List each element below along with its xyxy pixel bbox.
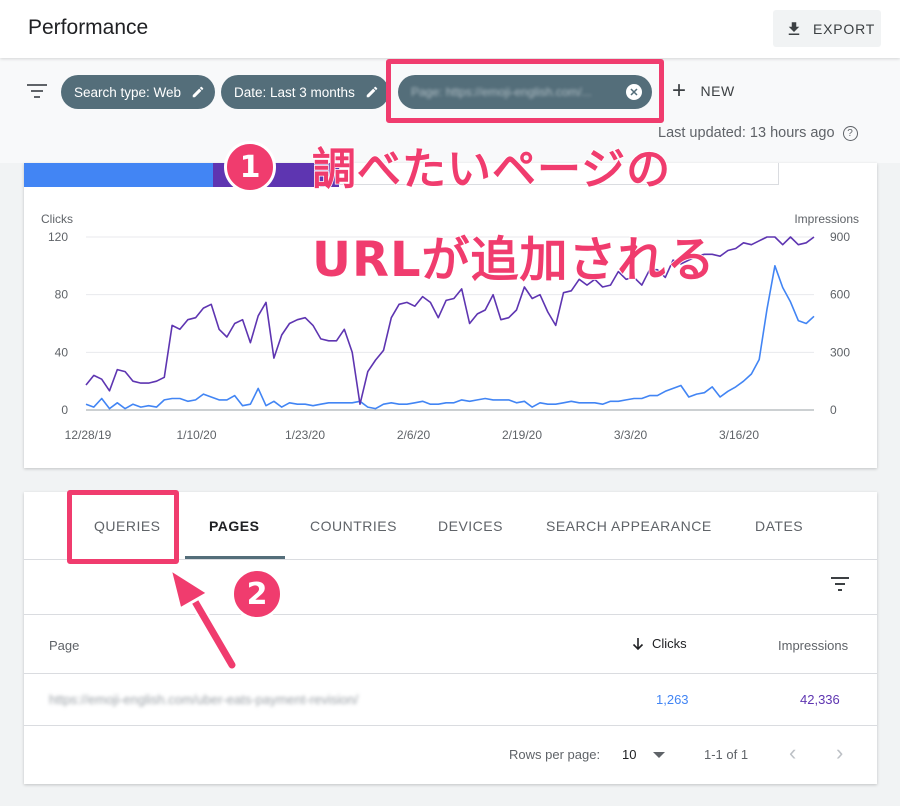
tab-dates[interactable]: DATES [755, 518, 803, 534]
new-label: NEW [700, 83, 735, 99]
export-button[interactable]: EXPORT [773, 10, 881, 47]
x-tick-label: 2/6/20 [397, 428, 431, 442]
chevron-left-icon[interactable]: ‹ [789, 740, 796, 766]
table-header: Page Clicks Impressions [24, 614, 877, 674]
row-impressions: 42,336 [800, 692, 840, 707]
right-tick-label: 900 [830, 230, 850, 244]
right-tick-label: 600 [830, 288, 850, 302]
pointer-arrow [167, 565, 238, 671]
rows-per-page-label: Rows per page: [509, 747, 601, 762]
pagination-range: 1-1 of 1 [704, 747, 749, 762]
download-icon [788, 21, 800, 35]
step1-annotation-line1: 調べたいページの [311, 143, 672, 196]
tab-devices[interactable]: DEVICES [438, 518, 503, 534]
highlight-box-page-chip [386, 59, 664, 123]
new-filter-button[interactable]: + NEW [672, 77, 735, 104]
left-tick-label: 0 [61, 403, 68, 417]
pencil-icon [366, 86, 378, 98]
left-axis-label: Clicks [41, 212, 73, 226]
x-tick-label: 1/10/20 [176, 428, 216, 442]
x-tick-label: 3/3/20 [614, 428, 648, 442]
column-header-clicks[interactable]: Clicks [632, 636, 687, 651]
x-tick-label: 2/19/20 [502, 428, 542, 442]
rows-per-page-select[interactable]: 10 [622, 747, 636, 762]
top-app-bar: Performance EXPORT [0, 0, 900, 58]
arrow-down-icon [632, 637, 644, 650]
step1-badge: 1 [224, 141, 276, 193]
page-title: Performance [28, 16, 149, 39]
search-type-chip[interactable]: Search type: Web [61, 75, 216, 109]
filter-icon[interactable] [26, 82, 48, 100]
table-pagination: Rows per page: 10 1-1 of 1 ‹ › [24, 726, 877, 784]
help-icon[interactable]: ? [842, 125, 858, 141]
right-tick-label: 300 [830, 345, 850, 359]
x-tick-label: 1/23/20 [285, 428, 325, 442]
column-header-page[interactable]: Page [49, 638, 79, 653]
step1-annotation-line2: URLが追加される [311, 231, 716, 289]
tab-search-appearance[interactable]: SEARCH APPEARANCE [546, 518, 712, 534]
column-header-clicks-label: Clicks [652, 636, 687, 651]
last-updated: Last updated: 13 hours ago ? [658, 125, 858, 141]
left-tick-label: 40 [55, 345, 69, 359]
chip-label: Search type: Web [74, 84, 182, 100]
row-page-url[interactable]: https://emoji-english.com/uber-eats-paym… [49, 692, 358, 707]
table-row[interactable]: https://emoji-english.com/uber-eats-paym… [24, 674, 877, 726]
row-clicks: 1,263 [656, 692, 689, 707]
date-chip[interactable]: Date: Last 3 months [221, 75, 389, 109]
active-tab-indicator [185, 556, 285, 559]
tab-countries[interactable]: COUNTRIES [310, 518, 397, 534]
chip-label: Date: Last 3 months [234, 84, 355, 100]
dropdown-caret-icon[interactable] [653, 752, 665, 758]
x-tick-label: 12/28/19 [65, 428, 112, 442]
left-tick-label: 80 [55, 288, 69, 302]
column-header-impressions[interactable]: Impressions [778, 638, 848, 653]
pencil-icon [192, 86, 204, 98]
performance-chart-card: Clicks Impressions 120 900 80 600 40 300 0 0 12/… [24, 163, 877, 468]
left-tick-label: 120 [48, 230, 68, 244]
highlight-box-queries-tab [67, 490, 179, 564]
tab-pages[interactable]: PAGES [209, 518, 259, 534]
plus-icon: + [672, 77, 687, 104]
performance-chart: Clicks Impressions 120 900 80 600 40 300 0 0 12/… [41, 212, 859, 442]
right-tick-label: 0 [830, 403, 837, 417]
table-filter-icon[interactable] [830, 576, 850, 592]
last-updated-text: Last updated: 13 hours ago [658, 125, 835, 141]
export-label: EXPORT [813, 20, 876, 37]
chevron-right-icon[interactable]: › [836, 740, 843, 766]
right-axis-label: Impressions [794, 212, 859, 226]
x-tick-label: 3/16/20 [719, 428, 759, 442]
